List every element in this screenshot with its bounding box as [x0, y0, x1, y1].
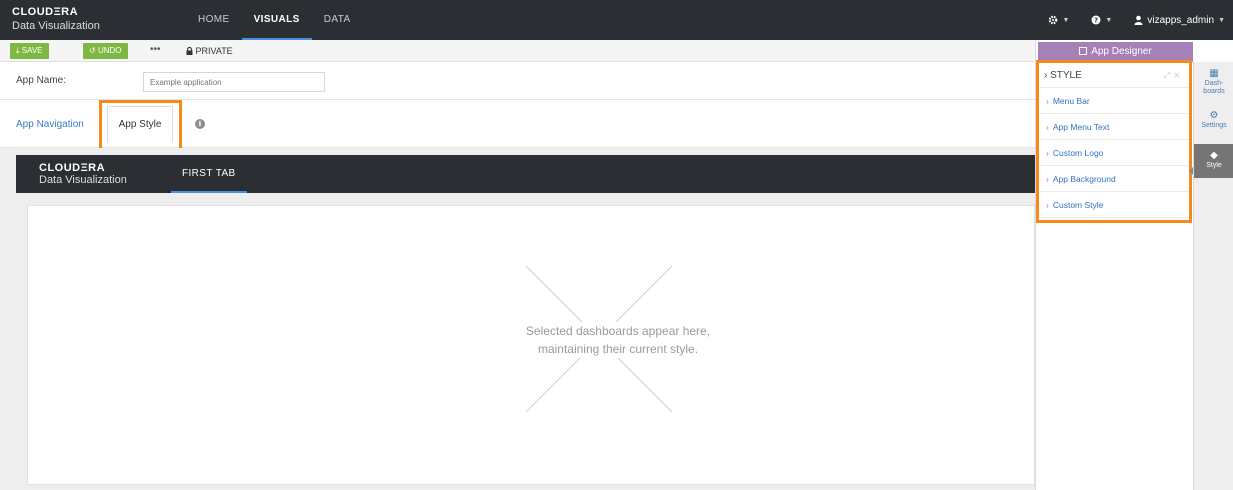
top-navbar: CLOUDΞRA Data Visualization HOME VISUALS… [0, 0, 1233, 40]
save-label: SAVE [21, 46, 43, 55]
app-preview-header: CLOUDΞRA Data Visualization FIRST TAB [16, 155, 1035, 193]
chevron-right-icon: › [1046, 200, 1049, 210]
style-item-label: App Background [1052, 174, 1116, 184]
lock-icon [186, 46, 193, 55]
close-icon[interactable]: ✕ [1174, 71, 1184, 80]
designer-tabs: App Navigation App Style i [0, 100, 1035, 152]
empty-message-line1: Selected dashboards appear here, [525, 324, 711, 338]
style-item-custom-logo[interactable]: › Custom Logo [1038, 140, 1192, 166]
style-item-app-background[interactable]: › App Background [1038, 166, 1192, 192]
table-icon [1079, 47, 1088, 55]
style-panel: › STYLE ⤢✕ › Menu Bar › App Menu Text › Cus… [1038, 64, 1192, 222]
dashboards-icon: ▦ [1209, 68, 1219, 79]
nav-tab-data[interactable]: DATA [312, 0, 363, 40]
user-icon [1134, 15, 1143, 25]
main-nav: HOME VISUALS DATA [186, 0, 363, 40]
svg-text:?: ? [1094, 17, 1098, 25]
user-menu[interactable]: vizapps_admin ▼ [1134, 15, 1225, 26]
rail-dashboards-label-2: boards [1203, 88, 1225, 95]
style-item-label: App Menu Text [1052, 122, 1110, 132]
settings-menu[interactable]: ▼ [1048, 15, 1069, 25]
app-preview-brand: CLOUDΞRA [39, 162, 106, 174]
panel-controls: ⤢✕ [1163, 64, 1184, 88]
app-name-input[interactable] [143, 72, 325, 92]
style-item-menu-bar[interactable]: › Menu Bar [1038, 88, 1192, 114]
app-designer-title: App Designer [1091, 46, 1152, 57]
style-title: STYLE [1050, 70, 1082, 81]
nav-tab-visuals[interactable]: VISUALS [241, 0, 312, 40]
style-item-label: Menu Bar [1052, 96, 1090, 106]
app-designer-panel: App Designer › STYLE ⤢✕ › Menu Bar › App M… [1035, 40, 1193, 490]
undo-button[interactable]: ↺ UNDO [83, 43, 128, 59]
brand-subtitle: Data Visualization [12, 20, 100, 32]
nav-right: ▼ ? ▼ vizapps_admin ▼ [1048, 0, 1225, 40]
style-item-app-menu-text[interactable]: › App Menu Text [1038, 114, 1192, 140]
cloudera-logo[interactable]: CLOUDΞRA Data Visualization [12, 6, 100, 33]
help-menu[interactable]: ? ▼ [1091, 15, 1112, 25]
app-preview-tab-first[interactable]: FIRST TAB [171, 155, 247, 193]
app-name-row: App Name: [0, 62, 1035, 100]
style-item-label: Custom Style [1052, 200, 1104, 210]
rail-dashboards-label-1: Dash- [1204, 80, 1224, 87]
chevron-right-icon: › [1046, 96, 1049, 106]
chevron-right-icon: › [1046, 148, 1049, 158]
chevron-down-icon: ▼ [1062, 16, 1070, 24]
chevron-right-icon: › [1046, 122, 1049, 132]
rail-dashboards[interactable]: ▦ Dash- boards [1194, 64, 1233, 96]
tab-app-navigation[interactable]: App Navigation [16, 119, 84, 130]
undo-icon: ↺ [89, 46, 98, 55]
app-preview-logo: CLOUDΞRA Data Visualization [39, 162, 127, 186]
chevron-right-icon: › [1046, 174, 1049, 184]
dashboard-canvas: Selected dashboards appear here, maintai… [27, 205, 1035, 485]
app-preview-subtitle: Data Visualization [39, 174, 127, 186]
rail-style[interactable]: ◆ Style [1194, 144, 1233, 178]
style-section-header[interactable]: › STYLE ⤢✕ [1038, 64, 1192, 88]
tab-app-style[interactable]: App Style [107, 106, 173, 142]
chevron-down-icon: ▼ [1105, 16, 1113, 24]
style-item-label: Custom Logo [1052, 148, 1104, 158]
rail-settings-label: Settings [1201, 122, 1227, 129]
undo-label: UNDO [97, 46, 122, 55]
app-name-label: App Name: [16, 75, 67, 86]
private-toggle[interactable]: PRIVATE [186, 44, 233, 58]
nav-tab-home[interactable]: HOME [186, 0, 242, 40]
style-item-custom-style[interactable]: › Custom Style [1038, 192, 1192, 218]
username: vizapps_admin [1147, 14, 1215, 26]
info-circle-icon[interactable]: i [195, 119, 205, 129]
more-options-button[interactable]: ••• [150, 43, 161, 57]
gear-icon [1049, 15, 1058, 25]
app-designer-header: App Designer [1038, 42, 1193, 62]
brand-name: CLOUDΞRA [12, 6, 79, 18]
rail-settings[interactable]: ⚙ Settings [1194, 106, 1233, 134]
empty-message-line2: maintaining their current style. [537, 342, 699, 356]
private-label: PRIVATE [195, 46, 233, 56]
empty-canvas-message: Selected dashboards appear here, maintai… [448, 322, 788, 358]
designer-icon-rail: ▦ Dash- boards ⚙ Settings ◆ Style [1193, 62, 1233, 490]
chevron-down-icon: ▼ [1218, 16, 1225, 24]
settings-icon: ⚙ [1209, 110, 1219, 121]
rail-style-label: Style [1206, 162, 1222, 169]
toolbar: ⤓ SAVE ↺ UNDO ••• PRIVATE [0, 40, 1035, 62]
save-button[interactable]: ⤓ SAVE [10, 43, 49, 59]
diamond-icon: ◆ [1210, 150, 1218, 161]
expand-icon[interactable]: ⤢ [1163, 71, 1173, 80]
question-circle-icon: ? [1091, 15, 1101, 25]
